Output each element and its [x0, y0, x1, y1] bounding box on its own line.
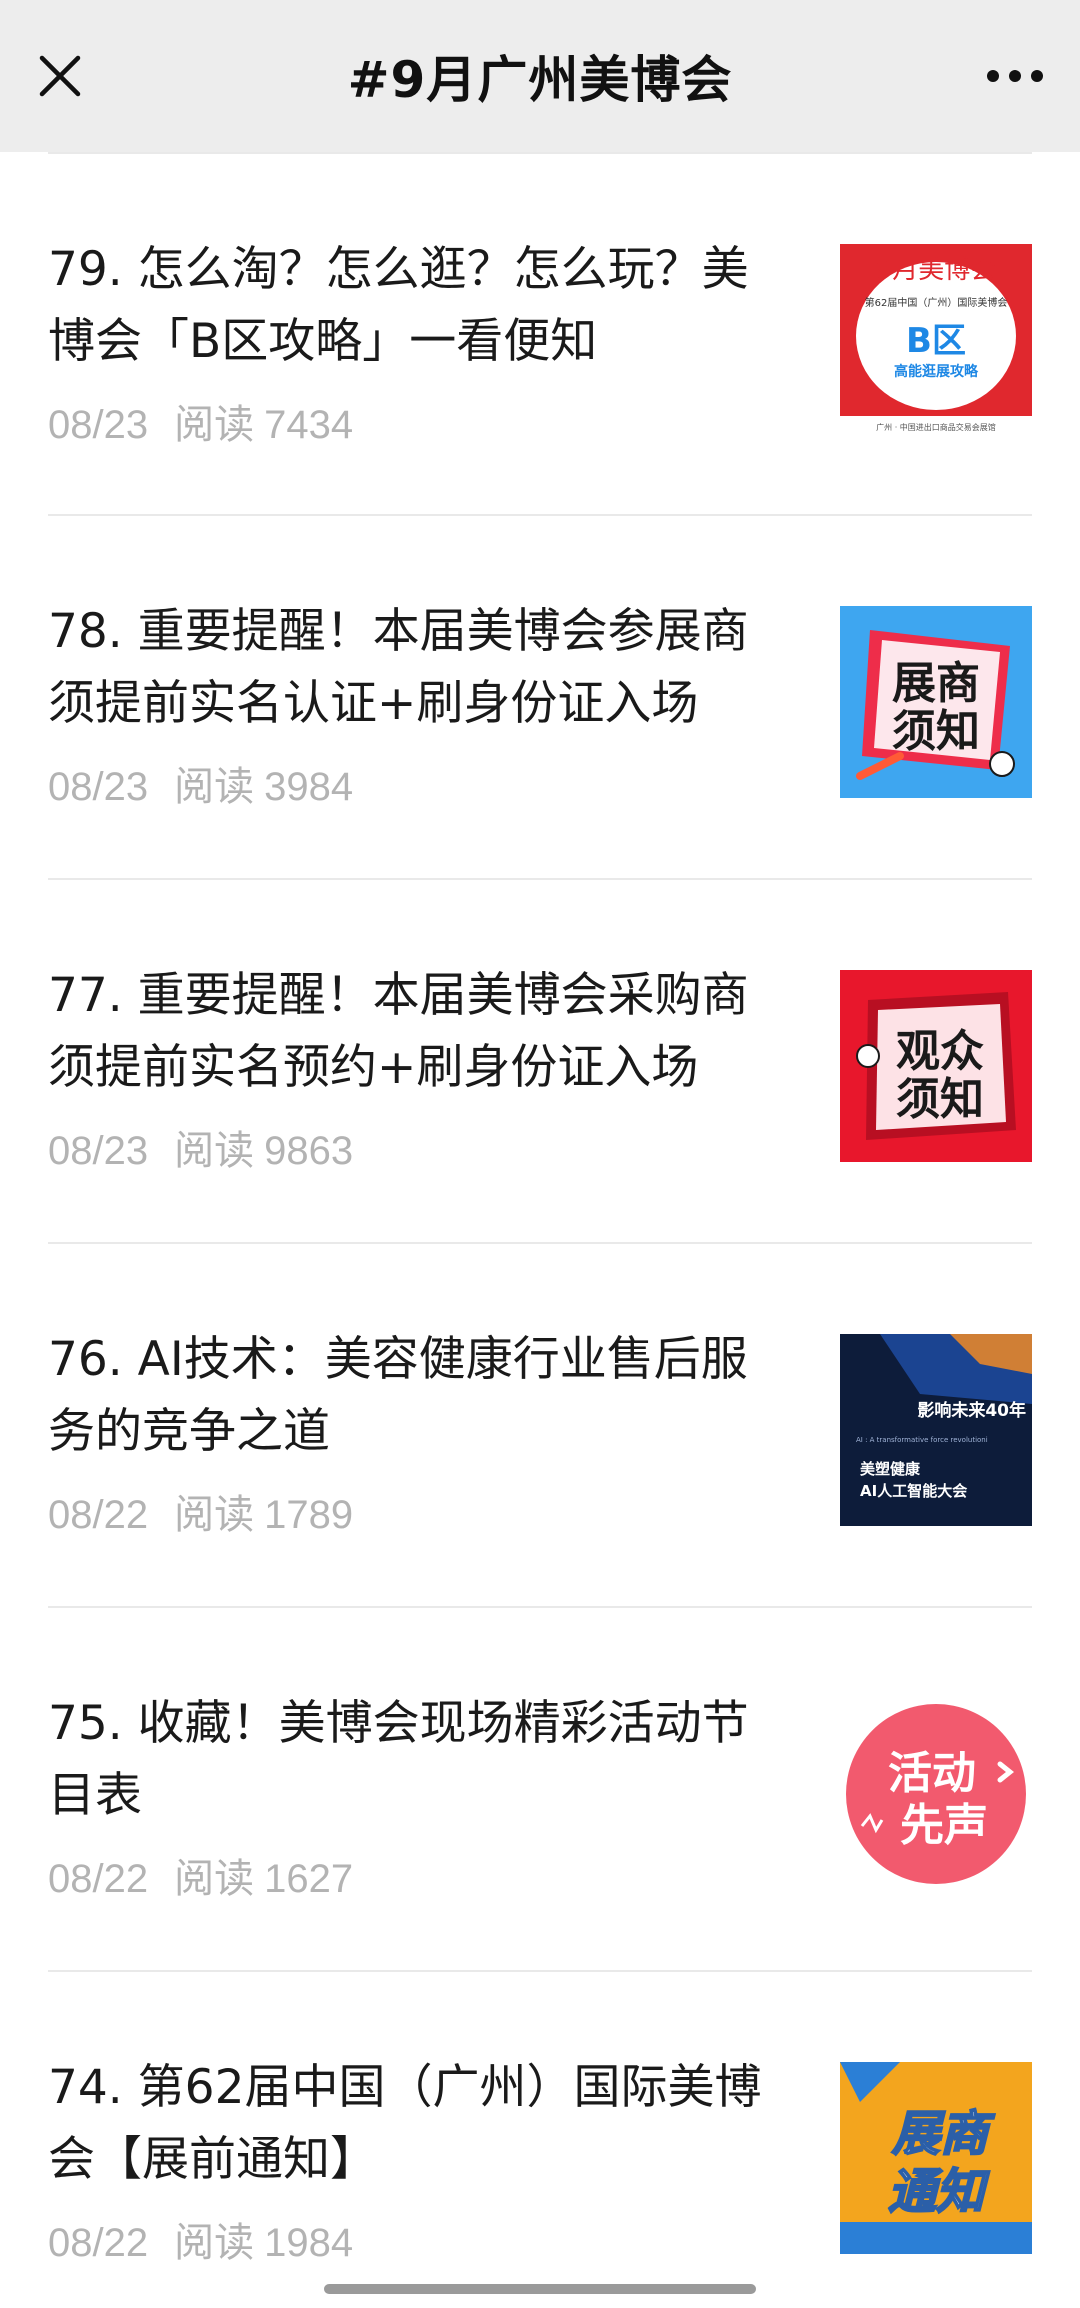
thumb-line1: 观众	[896, 1026, 984, 1077]
read-count: 3984	[264, 765, 354, 809]
exhibitor-announcement-thumbnail[interactable]: 展商 通知	[840, 2062, 1032, 2254]
article-meta: 08/23 阅读 7434	[48, 392, 353, 450]
read-label: 阅读	[174, 765, 255, 809]
home-indicator[interactable]	[324, 2284, 756, 2294]
read-count: 1627	[264, 1857, 354, 1901]
more-options-button[interactable]	[980, 46, 1050, 106]
article-meta: 08/22 阅读 1984	[48, 2210, 353, 2268]
thumb-headline: 影响未来40年	[917, 1400, 1026, 1421]
article-title[interactable]: 79. 怎么淘？怎么逛？怎么玩？美博会「B区攻略」一看便知	[48, 234, 788, 378]
thumb-line2: AI人工智能大会	[860, 1482, 967, 1500]
article-meta: 08/22 阅读 1627	[48, 1846, 353, 1904]
thumb-line2: 通知	[888, 2164, 990, 2220]
page-title: #9月广州美博会	[347, 51, 733, 109]
article-title[interactable]: 74. 第62届中国（广州）国际美博会【展前通知】	[48, 2052, 788, 2196]
thumb-big-text: B区	[906, 321, 966, 361]
article-item[interactable]: 76. AI技术：美容健康行业售后服务的竞争之道 08/22 阅读 1789 影响未…	[48, 1244, 1032, 1608]
thumb-line1: 活动	[888, 1748, 976, 1799]
article-date: 08/23	[48, 403, 149, 447]
close-icon	[39, 55, 81, 97]
thumb-mid-text: 第62届中国（广州）国际美博会	[865, 296, 1008, 309]
thumb-line2: 须知	[896, 1074, 984, 1125]
thumb-top-text: 9月美博会	[876, 255, 997, 285]
article-item[interactable]: 75. 收藏！美博会现场精彩活动节目表 08/22 阅读 1627 活动 先声	[48, 1608, 1032, 1972]
visitor-notice-thumbnail[interactable]: 观众 须知	[840, 970, 1032, 1162]
read-label: 阅读	[174, 1493, 255, 1537]
article-meta: 08/23 阅读 3984	[48, 754, 353, 812]
article-item[interactable]: 79. 怎么淘？怎么逛？怎么玩？美博会「B区攻略」一看便知 08/23 阅读 743…	[48, 152, 1032, 516]
article-title[interactable]: 77. 重要提醒！本届美博会采购商须提前实名预约+刷身份证入场	[48, 960, 788, 1104]
article-item[interactable]: 78. 重要提醒！本届美博会参展商须提前实名认证+刷身份证入场 08/23 阅读 3…	[48, 516, 1032, 880]
read-label: 阅读	[174, 403, 255, 447]
article-date: 08/22	[48, 1493, 149, 1537]
article-meta: 08/23 阅读 9863	[48, 1118, 353, 1176]
article-item[interactable]: 77. 重要提醒！本届美博会采购商须提前实名预约+刷身份证入场 08/23 阅读 9…	[48, 880, 1032, 1244]
read-count: 9863	[264, 1129, 354, 1173]
thumb-foot-text: 广州 · 中国进出口商品交易会展馆	[876, 422, 996, 432]
thumb-line1: 展商	[891, 2106, 995, 2162]
b-zone-guide-thumbnail[interactable]: 9月美博会 第62届中国（广州）国际美博会 B区 高能逛展攻略 广州 · 中国进…	[840, 244, 1032, 436]
read-count: 1984	[264, 2221, 354, 2265]
thumb-sub-text: 高能逛展攻略	[894, 363, 979, 380]
read-count: 7434	[264, 403, 354, 447]
exhibitor-notice-thumbnail[interactable]: 展商 须知	[840, 606, 1032, 798]
thumb-sub: AI : A transformative force revolutioni	[856, 1436, 988, 1444]
article-title[interactable]: 76. AI技术：美容健康行业售后服务的竞争之道	[48, 1324, 788, 1468]
more-icon	[987, 70, 1043, 82]
top-bar: #9月广州美博会	[0, 0, 1080, 152]
article-date: 08/23	[48, 765, 149, 809]
article-title[interactable]: 75. 收藏！美博会现场精彩活动节目表	[48, 1688, 788, 1832]
thumb-line1: 美塑健康	[860, 1460, 921, 1478]
activity-preview-thumbnail[interactable]: 活动 先声	[840, 1698, 1032, 1890]
ai-conference-thumbnail[interactable]: 影响未来40年 AI : A transformative force revo…	[840, 1334, 1032, 1526]
thumb-line1: 展商	[892, 658, 980, 709]
article-item[interactable]: 74. 第62届中国（广州）国际美博会【展前通知】 08/22 阅读 1984 展商…	[48, 1972, 1032, 2308]
article-list: 79. 怎么淘？怎么逛？怎么玩？美博会「B区攻略」一看便知 08/23 阅读 743…	[0, 152, 1080, 2308]
article-title[interactable]: 78. 重要提醒！本届美博会参展商须提前实名认证+刷身份证入场	[48, 596, 788, 740]
read-label: 阅读	[174, 1857, 255, 1901]
article-date: 08/22	[48, 1857, 149, 1901]
close-button[interactable]	[30, 46, 90, 106]
thumb-line2: 先声	[900, 1800, 988, 1851]
read-label: 阅读	[174, 2221, 255, 2265]
article-date: 08/22	[48, 2221, 149, 2265]
article-meta: 08/22 阅读 1789	[48, 1482, 353, 1540]
read-count: 1789	[264, 1493, 354, 1537]
article-date: 08/23	[48, 1129, 149, 1173]
thumb-line2: 须知	[892, 706, 980, 757]
read-label: 阅读	[174, 1129, 255, 1173]
